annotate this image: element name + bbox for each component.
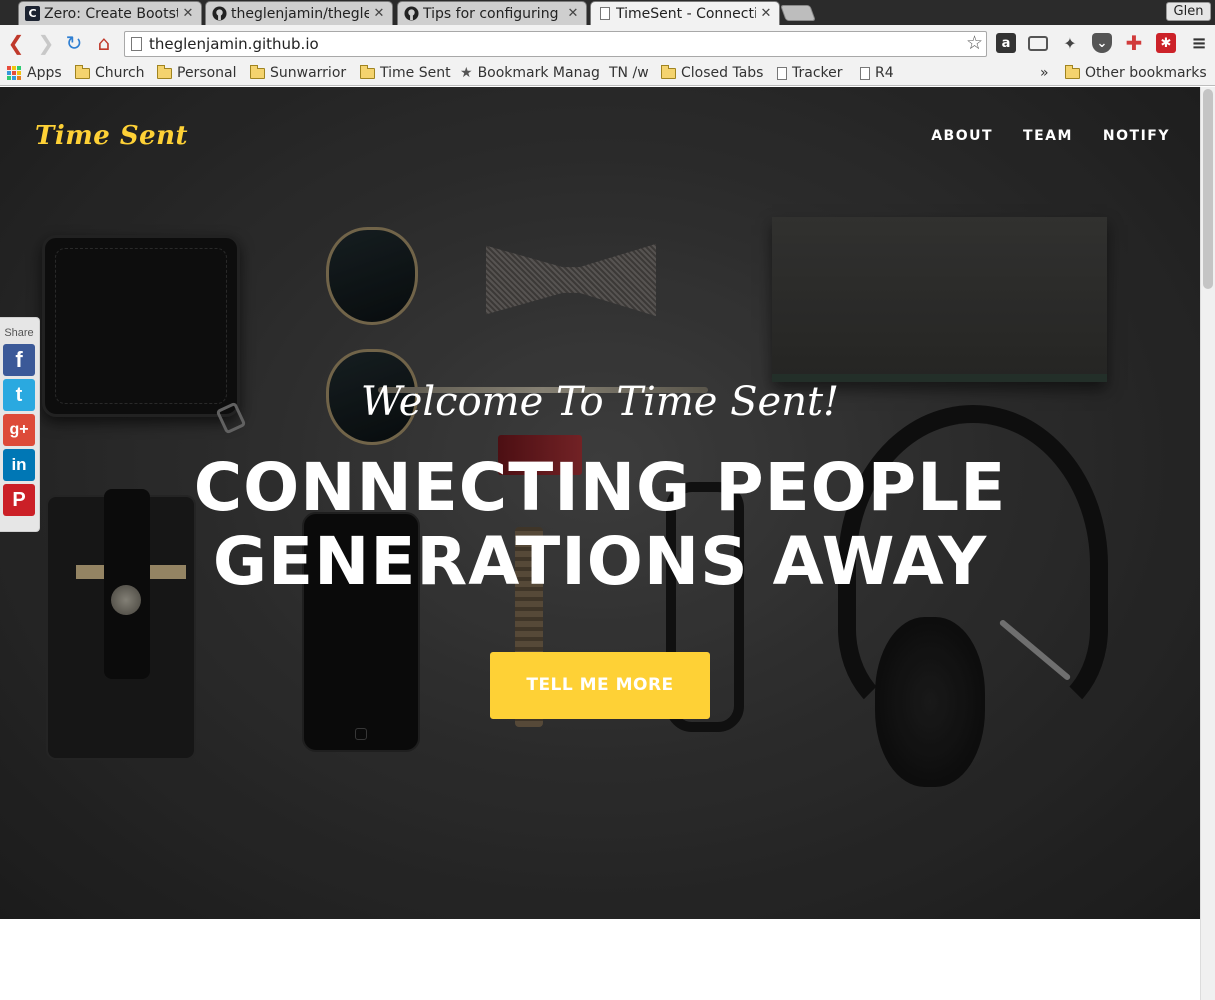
site-brand-logo[interactable]: Time Sent <box>35 121 188 151</box>
tab-title: theglenjamin/thegle <box>231 5 369 22</box>
bookmark-manager[interactable]: ★ Bookmark Manag <box>460 63 600 83</box>
twitter-icon[interactable]: t <box>3 379 35 411</box>
tab-zero-bootstrap[interactable]: C Zero: Create Bootstr ✕ <box>18 1 202 25</box>
tab-title: Tips for configuring <box>423 5 559 22</box>
bookmark-label: Apps <box>27 65 62 81</box>
bookmark-label: Personal <box>177 65 237 81</box>
tab-title: Zero: Create Bootstr <box>44 5 178 22</box>
site-nav: ABOUT TEAM NOTIFY <box>931 128 1170 144</box>
folder-icon <box>661 64 676 79</box>
new-tab-button[interactable] <box>780 5 816 21</box>
address-bar[interactable]: theglenjamin.github.io ☆ <box>124 31 987 57</box>
linkedin-icon[interactable]: in <box>3 449 35 481</box>
nav-team-link[interactable]: TEAM <box>1023 128 1073 144</box>
folder-icon <box>250 64 265 79</box>
page-icon <box>131 37 142 51</box>
google-plus-icon[interactable]: g+ <box>3 414 35 446</box>
plus-cross-icon[interactable]: ✚ <box>1124 31 1144 55</box>
bookmark-label: TN /w <box>609 65 649 81</box>
tab-strip: C Zero: Create Bootstr ✕ theglenjamin/th… <box>0 0 1215 25</box>
hero-lead-in: Welcome To Time Sent! <box>360 379 840 425</box>
page-scrollbar[interactable] <box>1200 87 1215 1000</box>
hero-heading: CONNECTING PEOPLE GENERATIONS AWAY <box>0 451 1200 599</box>
nav-about-link[interactable]: ABOUT <box>931 128 993 144</box>
bookmark-other[interactable]: Other bookmarks <box>1065 63 1207 83</box>
page-icon <box>860 66 870 80</box>
close-icon[interactable]: ✕ <box>181 6 195 21</box>
bookmark-label: Bookmark Manag <box>477 65 600 81</box>
bookmark-label: Closed Tabs <box>681 65 764 81</box>
github-icon <box>212 6 227 21</box>
profile-button[interactable]: Glen <box>1166 2 1211 21</box>
facebook-icon[interactable]: f <box>3 344 35 376</box>
bookmark-label: Time Sent <box>380 65 451 81</box>
reload-icon[interactable]: ↻ <box>62 31 86 55</box>
share-widget: Share f t g+ in P <box>0 317 40 532</box>
bookmark-label: Church <box>95 65 145 81</box>
tell-me-more-button[interactable]: TELL ME MORE <box>490 652 710 719</box>
folder-icon <box>75 64 90 79</box>
bookmarks-overflow-button[interactable]: » <box>1040 63 1049 83</box>
hero-heading-line1: CONNECTING PEOPLE <box>193 449 1007 526</box>
close-icon[interactable]: ✕ <box>566 6 580 21</box>
bookmarks-bar: Apps Church Personal Sunwarrior Time Sen… <box>0 61 1215 86</box>
tab-title: TimeSent - Connecti <box>616 5 756 22</box>
github-icon <box>404 6 419 21</box>
nav-notify-link[interactable]: NOTIFY <box>1103 128 1170 144</box>
pocket-icon[interactable]: ⌄ <box>1092 33 1112 53</box>
bookmark-label: Other bookmarks <box>1085 65 1207 81</box>
folder-icon <box>1065 64 1080 79</box>
bookmark-personal[interactable]: Personal <box>157 63 237 83</box>
page-icon <box>597 6 612 21</box>
bookmark-label: Tracker <box>792 65 843 81</box>
hero-heading-line2: GENERATIONS AWAY <box>212 523 988 600</box>
bookmark-tracker[interactable]: Tracker <box>777 63 843 83</box>
extension-icon[interactable]: ✦ <box>1060 33 1080 53</box>
star-icon: ★ <box>460 65 473 81</box>
bookmark-sunwarrior[interactable]: Sunwarrior <box>250 63 346 83</box>
close-icon[interactable]: ✕ <box>759 6 773 21</box>
cast-icon[interactable] <box>1028 36 1048 51</box>
bookmark-apps[interactable]: Apps <box>7 63 62 83</box>
share-label: Share <box>4 327 34 339</box>
page-icon <box>777 66 787 80</box>
c-logo-icon: C <box>25 6 40 21</box>
tab-github-repo[interactable]: theglenjamin/thegle ✕ <box>205 1 393 25</box>
bookmark-time-sent[interactable]: Time Sent <box>360 63 451 83</box>
close-icon[interactable]: ✕ <box>372 6 386 21</box>
scrollbar-thumb[interactable] <box>1203 89 1213 289</box>
bookmark-star-icon[interactable]: ☆ <box>966 32 983 54</box>
bookmark-label: R4 <box>875 65 894 81</box>
pinterest-icon[interactable]: P <box>3 484 35 516</box>
home-icon[interactable]: ⌂ <box>92 31 116 55</box>
bookmark-label: Sunwarrior <box>270 65 347 81</box>
bookmark-closed-tabs[interactable]: Closed Tabs <box>661 63 763 83</box>
forward-icon[interactable]: ❯ <box>34 31 58 55</box>
menu-icon[interactable]: ≡ <box>1189 33 1209 54</box>
hero-section: Time Sent ABOUT TEAM NOTIFY Welcome To T… <box>0 87 1200 919</box>
amazon-icon[interactable]: a <box>996 33 1016 53</box>
folder-icon <box>157 64 172 79</box>
bookmark-r4[interactable]: R4 <box>860 63 894 83</box>
page-viewport: Time Sent ABOUT TEAM NOTIFY Welcome To T… <box>0 87 1200 1000</box>
url-text[interactable]: theglenjamin.github.io <box>149 35 319 53</box>
back-icon[interactable]: ❮ <box>4 31 28 55</box>
folder-icon <box>360 64 375 79</box>
bookmark-church[interactable]: Church <box>75 63 145 83</box>
tab-github-tips[interactable]: Tips for configuring ✕ <box>397 1 587 25</box>
lastpass-icon[interactable]: ✱ <box>1156 33 1176 53</box>
apps-icon <box>7 66 21 80</box>
tab-timesent[interactable]: TimeSent - Connecti ✕ <box>590 1 780 25</box>
bookmark-tn[interactable]: TN /w <box>609 63 649 83</box>
